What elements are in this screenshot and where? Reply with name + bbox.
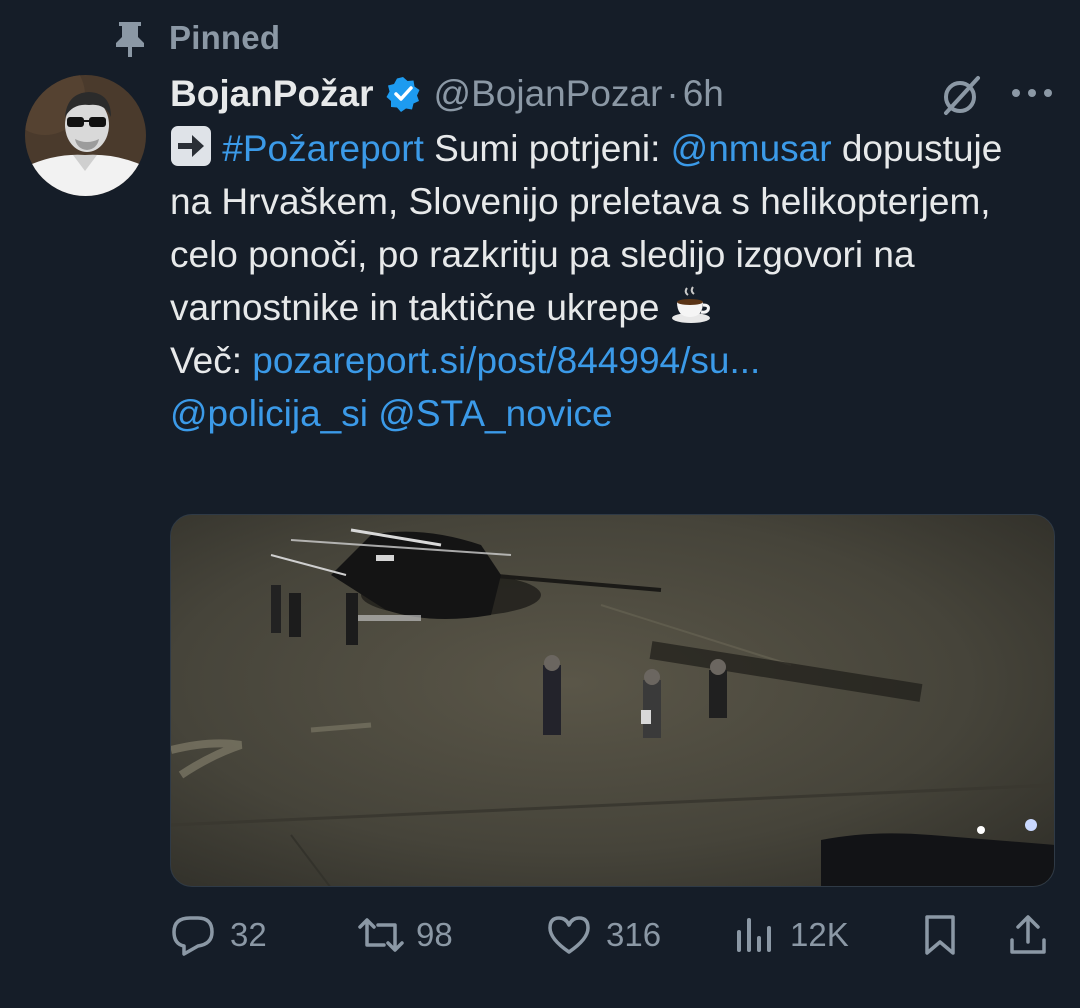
tweet-text-segment: Sumi potrjeni: xyxy=(423,128,671,169)
grok-icon[interactable] xyxy=(938,72,984,118)
tweet-actions: 32 98 316 12K xyxy=(170,905,1055,965)
bookmark-icon xyxy=(925,915,955,955)
mention-link[interactable]: @STA_novice xyxy=(378,393,612,434)
reply-count: 32 xyxy=(230,916,267,953)
pinned-label: Pinned xyxy=(169,19,281,56)
verified-badge-icon[interactable] xyxy=(384,75,422,113)
mention-link[interactable]: @policija_si xyxy=(170,393,368,434)
share-upload-icon xyxy=(1010,915,1046,954)
helicopter-night-photo xyxy=(171,515,1054,886)
avatar[interactable] xyxy=(25,75,146,196)
tweet-text: #Požareport Sumi potrjeni: @nmusar dopus… xyxy=(170,122,1050,440)
mention-link[interactable]: @nmusar xyxy=(671,128,832,169)
tweet[interactable]: Pinned BojanPožar @BojanPozar · 6h #Poža… xyxy=(0,0,1080,1008)
pin-icon xyxy=(116,22,144,57)
bookmark-button[interactable] xyxy=(922,905,958,965)
like-button[interactable]: 316 xyxy=(546,905,661,965)
tweet-timestamp[interactable]: 6h xyxy=(683,73,724,115)
arrow-right-emoji-icon xyxy=(171,126,211,166)
retweet-count: 98 xyxy=(416,916,453,953)
author-display-name[interactable]: BojanPožar xyxy=(170,73,374,115)
hashtag-link[interactable]: #Požareport xyxy=(222,128,424,169)
article-link[interactable]: pozareport.si/post/844994/su... xyxy=(252,340,760,381)
author-handle[interactable]: @BojanPozar xyxy=(434,73,663,115)
tweet-media-photo[interactable] xyxy=(170,514,1055,887)
views-button[interactable]: 12K xyxy=(734,905,849,965)
analytics-bar-chart-icon xyxy=(737,918,771,952)
retweet-icon xyxy=(358,918,404,952)
more-options-icon[interactable] xyxy=(1010,80,1054,106)
like-count: 316 xyxy=(606,916,662,953)
more-label: Več: xyxy=(170,340,253,381)
header-separator: · xyxy=(666,73,679,114)
reply-button[interactable]: 32 xyxy=(170,905,267,965)
retweet-button[interactable]: 98 xyxy=(356,905,453,965)
share-button[interactable] xyxy=(1008,905,1048,965)
tweet-header: BojanPožar @BojanPozar · 6h xyxy=(170,70,724,118)
pinned-indicator: Pinned xyxy=(113,16,280,60)
coffee-emoji-icon xyxy=(671,286,710,323)
reply-icon xyxy=(172,916,214,956)
heart-icon xyxy=(548,916,590,954)
view-count: 12K xyxy=(790,916,849,953)
